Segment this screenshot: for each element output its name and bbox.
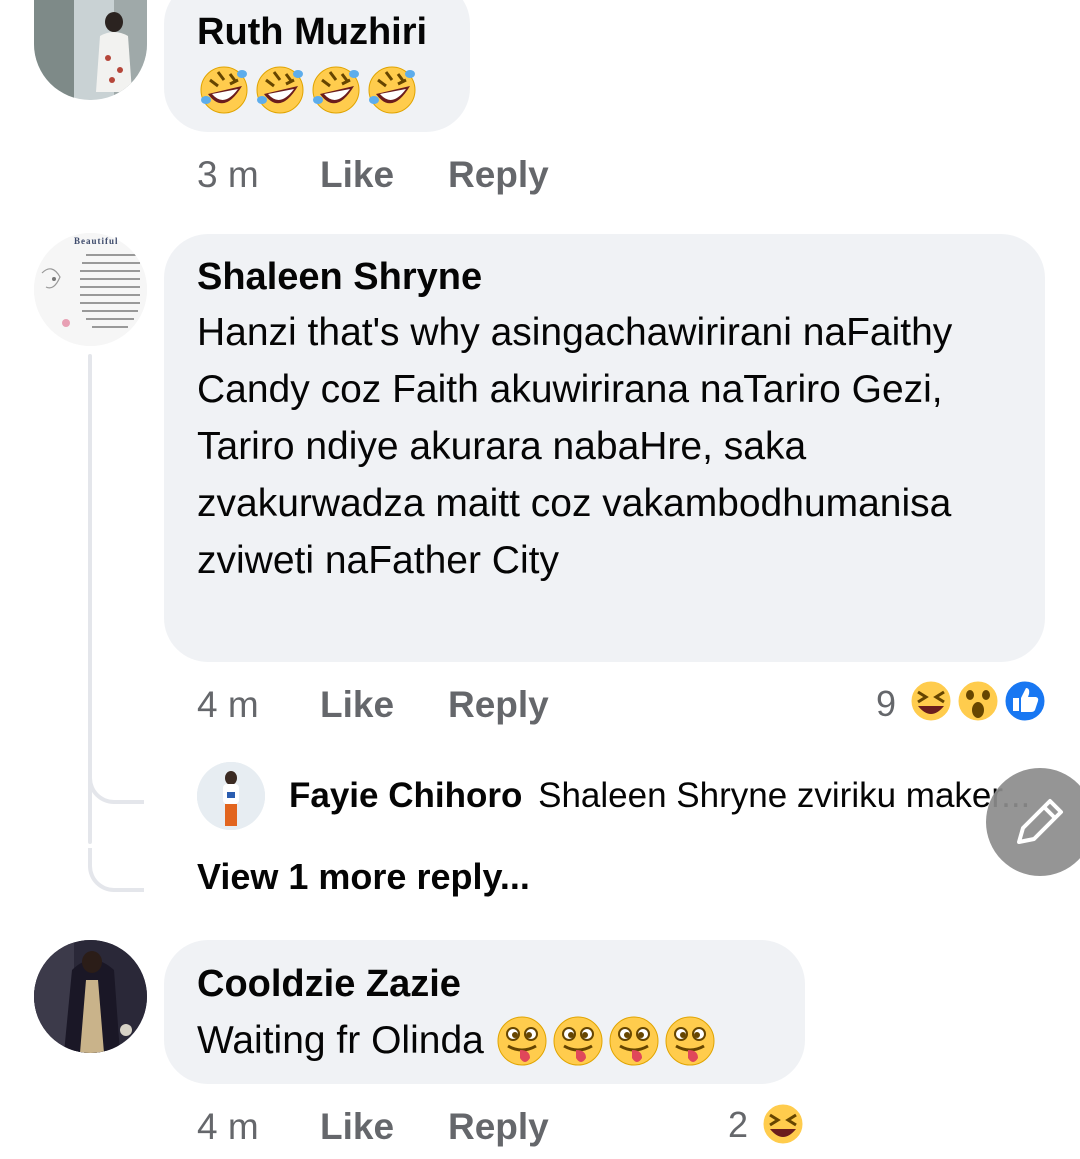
comment-text-row: Waiting fr Olinda [197,1012,724,1069]
reaction-icons[interactable] [908,678,1048,724]
avatar-cooldzie-zazie[interactable] [34,940,147,1053]
laughing-emoji-icon [908,678,954,724]
reply-button[interactable]: Reply [448,684,549,726]
reaction-icons[interactable] [758,1100,808,1148]
avatar-text-beautiful: Beautiful [74,236,119,246]
winking-tongue-emoji-row [497,1015,716,1066]
wow-emoji-icon [955,678,1001,724]
reply-button[interactable]: Reply [448,1106,549,1148]
comment-author[interactable]: Shaleen Shryne [197,254,482,300]
reply-preview[interactable]: Fayie Chihoro Shaleen Shryne zviriku mak… [289,776,1030,816]
thread-connector [88,848,144,892]
reaction-count[interactable]: 2 [728,1104,748,1146]
avatar-ruth-muzhiri[interactable] [34,0,147,100]
like-thumb-icon [1002,678,1048,724]
reply-button[interactable]: Reply [448,154,549,196]
view-more-replies-link[interactable]: View 1 more reply... [197,856,530,898]
reply-preview-text: Shaleen Shryne zviriku maker... [538,776,1031,815]
thread-connector [88,760,144,804]
comment-time: 4 m [197,684,259,725]
like-button[interactable]: Like [320,684,394,726]
comment-author[interactable]: Cooldzie Zazie [197,961,461,1007]
rofl-emoji-row [198,64,428,116]
compose-fab-button[interactable] [986,768,1080,876]
comment-author[interactable]: Ruth Muzhiri [197,9,427,55]
like-button[interactable]: Like [320,154,394,196]
laughing-emoji-icon [760,1101,806,1147]
avatar-fayie-chihoro[interactable] [197,762,265,830]
comment-text: Hanzi that's why asingachawirirani naFai… [197,311,953,582]
like-button[interactable]: Like [320,1106,394,1148]
comment-time: 3 m [197,154,259,195]
reply-author[interactable]: Fayie Chihoro [289,776,522,815]
pencil-icon [1017,799,1063,844]
comment-text: Waiting fr Olinda [197,1019,484,1062]
comment-time: 4 m [197,1106,259,1147]
avatar-shaleen-shryne[interactable] [34,233,147,346]
reaction-count[interactable]: 9 [876,683,896,725]
